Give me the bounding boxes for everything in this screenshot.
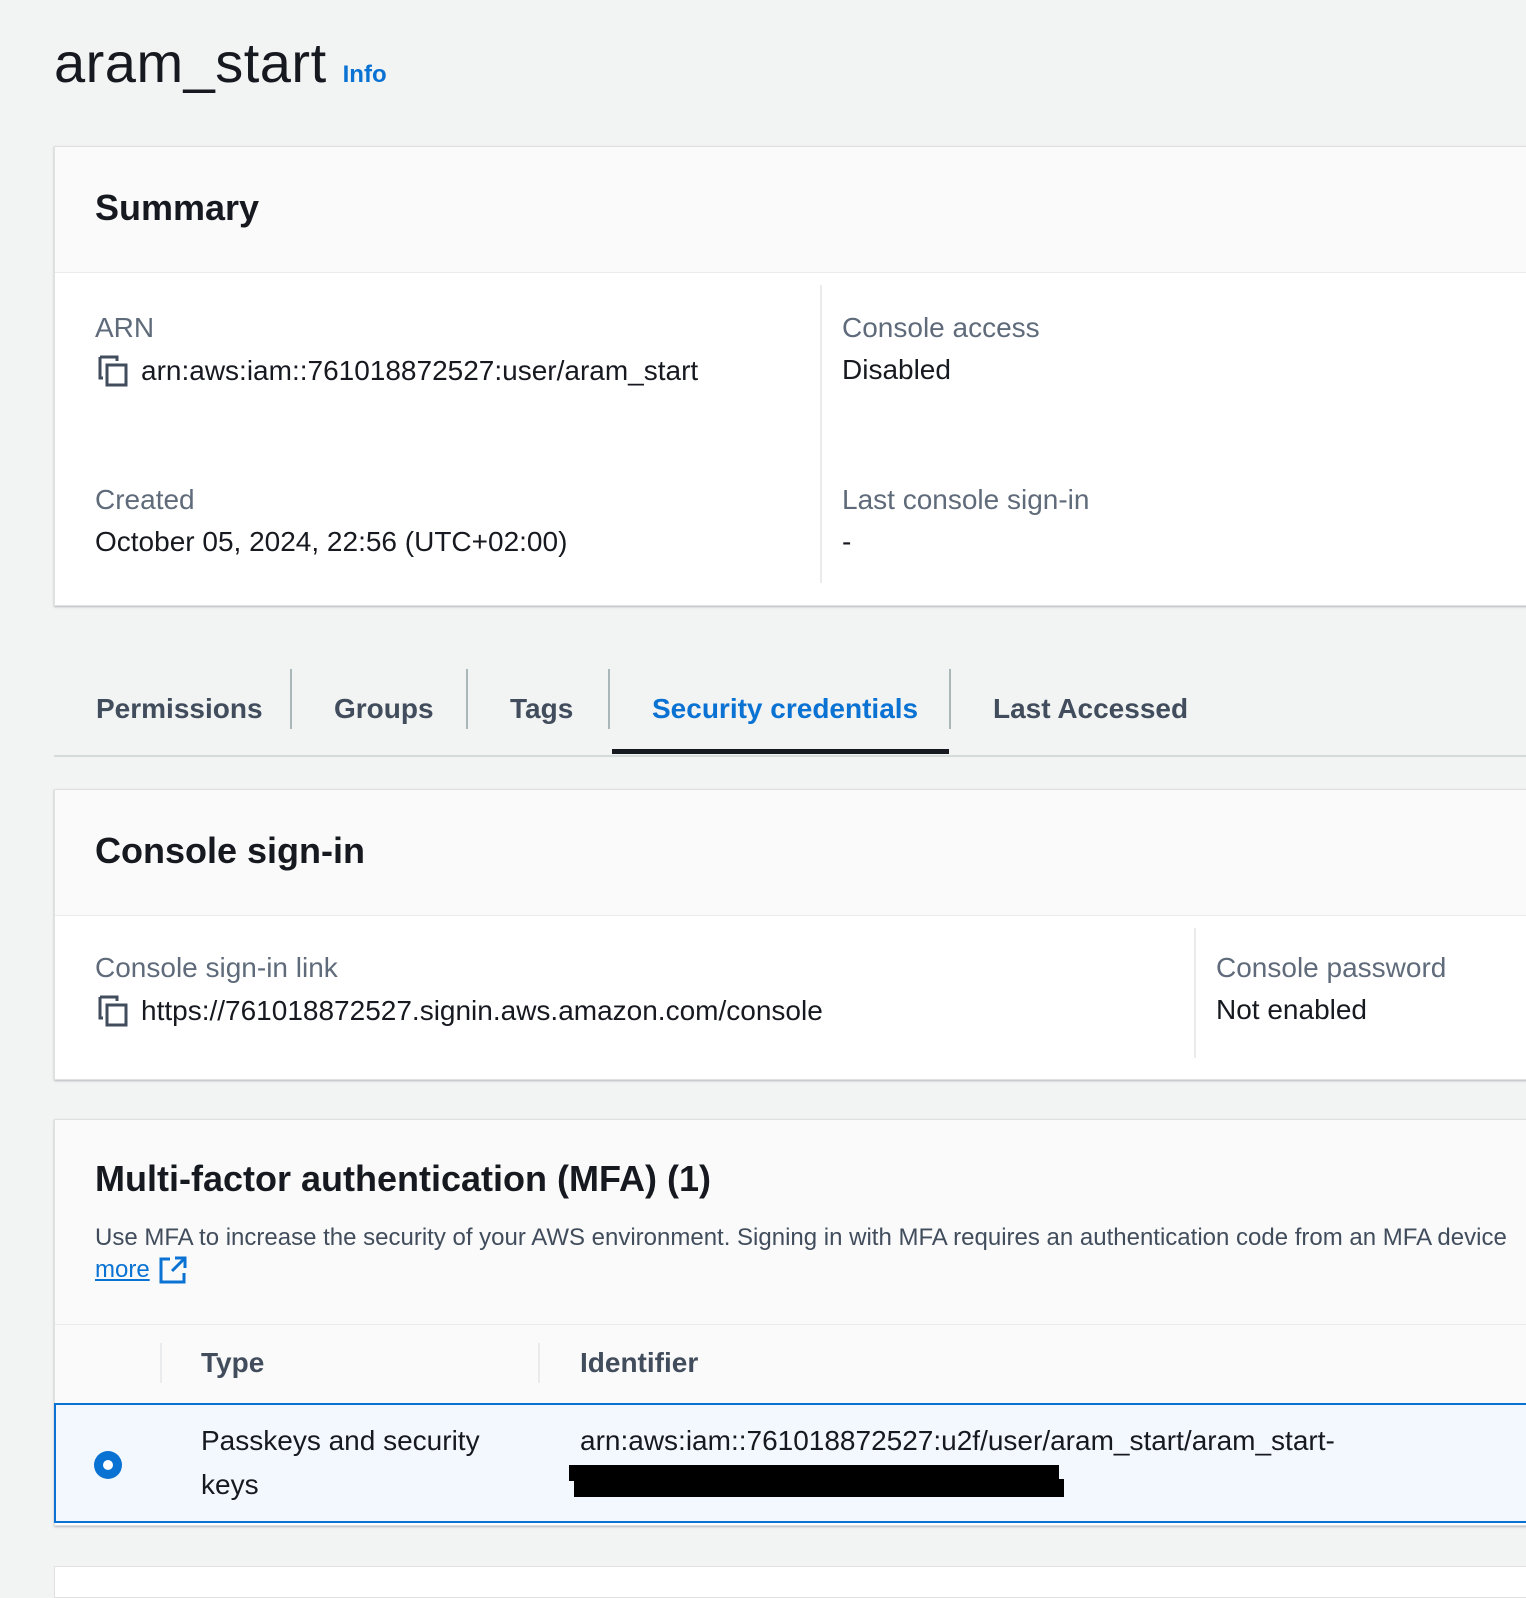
mfa-type-line1: Passkeys and security — [201, 1425, 480, 1456]
tab-last-accessed[interactable]: Last Accessed — [993, 665, 1188, 753]
column-header-type[interactable]: Type — [201, 1347, 264, 1379]
mfa-card: Multi-factor authentication (MFA) (1) Us… — [54, 1119, 1526, 1526]
arn-value: arn:aws:iam::761018872527:user/aram_star… — [141, 355, 699, 386]
mfa-description: Use MFA to increase the security of your… — [95, 1222, 1526, 1286]
next-card-edge — [54, 1566, 1526, 1598]
signin-link-value[interactable]: https://761018872527.signin.aws.amazon.c… — [141, 995, 823, 1027]
copy-icon[interactable] — [95, 994, 129, 1028]
redaction-bar — [574, 1479, 1064, 1497]
tab-separator — [949, 669, 951, 729]
learn-more-label[interactable]: more — [95, 1254, 150, 1286]
mfa-identifier: arn:aws:iam::761018872527:u2f/user/aram_… — [580, 1425, 1335, 1456]
table-row[interactable]: Passkeys and security keys arn:aws:iam::… — [54, 1403, 1526, 1523]
summary-title: Summary — [95, 187, 260, 228]
arn-value-row: arn:aws:iam::761018872527:user/aram_star… — [95, 354, 698, 388]
console-password-label: Console password — [1216, 952, 1447, 983]
tab-tags[interactable]: Tags — [510, 665, 573, 753]
signin-link-field: Console sign-in link https://76101887252… — [95, 952, 823, 1028]
copy-icon[interactable] — [95, 354, 129, 388]
tab-separator — [466, 669, 468, 729]
summary-header: Summary — [55, 147, 1526, 273]
arn-field: ARN arn:aws:iam::761018872527:user/aram_… — [95, 312, 698, 388]
console-password-value: Not enabled — [1216, 994, 1368, 1025]
console-password-field: Console password Not enabled — [1216, 952, 1446, 1026]
console-signin-header: Console sign-in — [55, 790, 1526, 916]
console-signin-title: Console sign-in — [95, 830, 365, 871]
tab-separator — [608, 669, 610, 729]
created-label: Created — [95, 484, 195, 515]
tab-separator — [290, 669, 292, 729]
column-divider — [1194, 928, 1196, 1058]
tab-security-credentials[interactable]: Security credentials — [652, 665, 918, 753]
tab-bar: Permissions Groups Tags Security credent… — [54, 665, 1526, 757]
console-access-value: Disabled — [842, 354, 951, 385]
tab-groups[interactable]: Groups — [334, 665, 434, 753]
summary-card: Summary ARN arn:aws:iam::761018872527:us… — [54, 146, 1526, 606]
created-value: October 05, 2024, 22:56 (UTC+02:00) — [95, 526, 568, 557]
last-signin-value: - — [842, 526, 852, 557]
signin-link-label: Console sign-in link — [95, 952, 338, 983]
last-signin-field: Last console sign-in - — [842, 484, 1089, 558]
column-divider — [820, 285, 822, 583]
info-link[interactable]: Info — [343, 61, 387, 89]
active-tab-indicator — [612, 749, 949, 754]
mfa-type-line2: keys — [201, 1469, 259, 1500]
created-field: Created October 05, 2024, 22:56 (UTC+02:… — [95, 484, 567, 558]
signin-link-row: https://761018872527.signin.aws.amazon.c… — [95, 994, 823, 1028]
arn-label: ARN — [95, 312, 155, 343]
column-header-identifier[interactable]: Identifier — [580, 1347, 698, 1379]
console-signin-card: Console sign-in Console sign-in link htt… — [54, 789, 1526, 1080]
console-access-field: Console access Disabled — [842, 312, 1040, 386]
column-separator — [160, 1343, 162, 1383]
external-link-icon — [159, 1256, 187, 1284]
console-access-label: Console access — [842, 312, 1040, 343]
learn-more-link[interactable]: more — [95, 1254, 188, 1286]
mfa-table-header: Type Identifier — [55, 1325, 1526, 1403]
row-radio-button[interactable] — [94, 1451, 122, 1479]
mfa-header: Multi-factor authentication (MFA) (1) Us… — [55, 1120, 1526, 1325]
page-header: aram_start Info — [54, 30, 387, 95]
mfa-type-cell: Passkeys and security keys — [201, 1419, 480, 1507]
mfa-title: Multi-factor authentication (MFA) (1) — [95, 1158, 711, 1199]
mfa-description-text: Use MFA to increase the security of your… — [95, 1224, 1507, 1251]
page-title: aram_start — [54, 31, 327, 94]
mfa-identifier-cell: arn:aws:iam::761018872527:u2f/user/aram_… — [580, 1419, 1335, 1463]
tab-permissions[interactable]: Permissions — [96, 665, 263, 753]
column-separator — [538, 1343, 540, 1383]
last-signin-label: Last console sign-in — [842, 484, 1090, 515]
